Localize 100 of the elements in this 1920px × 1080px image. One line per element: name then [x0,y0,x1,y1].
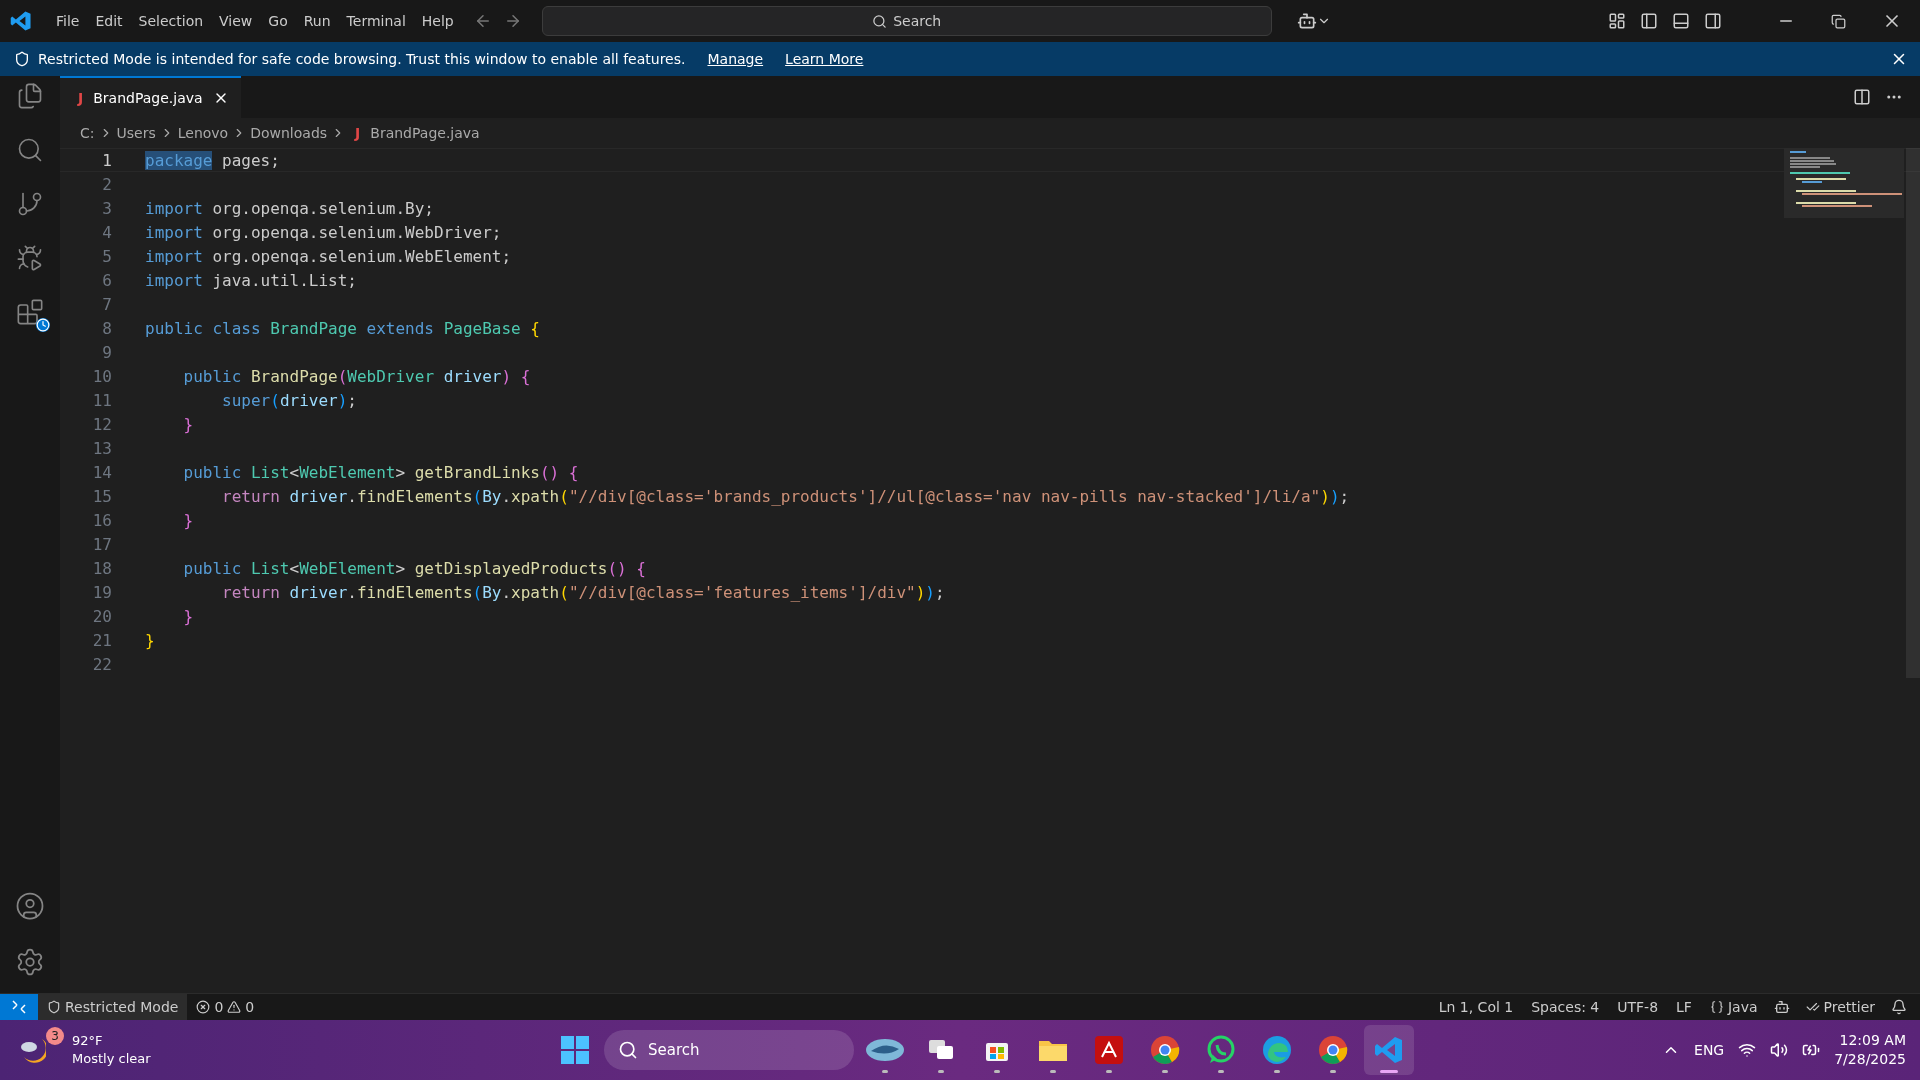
notifications-bell-icon[interactable] [1891,999,1907,1015]
menu-item[interactable]: Help [413,9,462,33]
line-number: 22 [91,654,113,674]
line-number: 20 [91,606,113,626]
weather-alert-badge: 3 [46,1027,64,1045]
toggle-secondary-sidebar-icon[interactable] [1704,12,1722,30]
menu-item[interactable]: Go [260,9,296,33]
double-check-icon [1805,1000,1820,1014]
menu-item[interactable]: Edit [87,9,131,33]
line-number: 9 [101,342,113,362]
line-number: 1 [101,150,113,170]
edge-browser-icon[interactable] [1262,1035,1292,1065]
status-item[interactable]: UTF-8 [1608,994,1668,1020]
language-indicator[interactable]: ENG [1694,1042,1725,1058]
line-number: 21 [91,630,113,650]
pdf-app-icon[interactable] [1095,1036,1123,1064]
code-editor-logo-icon [10,10,32,32]
breadcrumb-item[interactable]: Downloads [250,125,328,141]
formatter-status[interactable]: Prettier [1796,994,1884,1020]
restricted-mode-message: Restricted Mode is intended for safe code browsing. Trust this window to enable all features. [38,51,686,67]
code-line: return driver.findElements(By.xpath("//div[@class='features_items']/div")); [221,582,945,602]
warning-icon [227,1000,242,1014]
chat-app-icon[interactable] [1206,1035,1236,1065]
taskbar-clock[interactable]: 12:09 AM 7/28/2025 [1834,1031,1906,1069]
menu-item[interactable]: Terminal [338,9,414,33]
search-icon [618,1040,638,1060]
settings-icon[interactable] [15,947,45,977]
restore-icon[interactable] [1831,13,1846,29]
volume-icon[interactable] [1770,1041,1789,1059]
copilot-icon[interactable] [1773,999,1790,1015]
code-line: import org.openqa.selenium.By; [145,198,434,218]
line-number: 17 [91,534,113,554]
line-number: 16 [91,510,113,530]
layout-icon[interactable] [1608,12,1626,30]
line-number: 19 [91,582,113,602]
code-editor-icon[interactable] [1374,1035,1404,1065]
code-line: public List<WebElement> getDisplayedProducts() { [182,558,646,578]
menu-item[interactable]: Selection [130,9,212,33]
menu-item[interactable]: Run [295,9,339,33]
line-number: 10 [91,366,113,386]
toggle-panel-icon[interactable] [1672,12,1690,30]
run-debug-icon[interactable] [16,244,44,272]
command-search-field[interactable]: Search [541,6,1272,36]
code-line: public class BrandPage extends PageBase { [145,318,540,338]
scrollbar-thumb[interactable] [1906,148,1920,678]
clock-icon [36,318,50,332]
menu-item[interactable]: View [211,9,261,33]
error-icon [196,1000,211,1014]
code-line: } [145,630,155,650]
code-line: } [182,510,194,530]
code-line: } [182,606,194,626]
toggle-sidebar-icon[interactable] [1640,12,1658,30]
menu-item[interactable]: File [48,9,88,33]
status-item[interactable]: Spaces: 4 [1522,994,1609,1020]
taskbar-search-field[interactable]: Search [604,1030,854,1070]
temperature-text: 92°F [72,1032,104,1050]
code-line: import org.openqa.selenium.WebElement; [145,246,512,266]
search-icon[interactable] [16,136,44,164]
start-button-icon[interactable] [560,1035,590,1065]
code-line: return driver.findElements(By.xpath("//div[@class='brands_products']//ul[@class='nav nav-pills nav-stacked']/li/a")); [221,486,1350,506]
account-icon[interactable] [15,891,45,921]
line-number: 12 [91,414,113,434]
problems-status[interactable]: 0 0 [187,994,264,1020]
language-mode-status[interactable]: Java [1700,994,1767,1020]
explorer-icon[interactable] [16,82,44,110]
split-editor-icon[interactable] [1853,88,1871,106]
task-view-icon[interactable] [928,1039,954,1061]
code-line: import org.openqa.selenium.WebDriver; [145,222,502,242]
status-item[interactable]: LF [1667,994,1701,1020]
code-line: } [182,414,194,434]
line-number: 5 [101,246,113,266]
browser-icon[interactable] [1150,1035,1180,1065]
browser-icon[interactable] [1318,1035,1348,1065]
breadcrumb-item[interactable]: BrandPage.java [370,125,480,141]
braces-icon [1709,1000,1724,1014]
wifi-icon[interactable] [1738,1041,1757,1059]
java-file-icon: J [355,125,361,141]
copilot-icon[interactable] [1296,11,1317,31]
folder-icon[interactable] [1038,1038,1068,1062]
breadcrumb-item[interactable]: Lenovo [177,125,229,141]
line-number: 3 [101,198,113,218]
line-number: 4 [101,222,113,242]
banner-link[interactable]: Manage [707,51,764,67]
line-number: 15 [91,486,113,506]
java-file-icon: J [78,90,84,106]
line-number: 18 [91,558,113,578]
editor-tab[interactable]: J BrandPage.java [60,76,241,118]
line-number: 11 [91,390,113,410]
line-number: 14 [91,462,113,482]
line-number: 6 [101,270,113,290]
source-control-icon[interactable] [16,190,44,218]
status-item[interactable]: Ln 1, Col 1 [1429,994,1523,1020]
breadcrumb-item[interactable]: Users [116,125,156,141]
line-number: 7 [101,294,113,314]
banner-link[interactable]: Learn More [785,51,864,67]
extensions-icon[interactable] [16,298,44,326]
code-line: import java.util.List; [145,270,357,290]
breadcrumb-item[interactable]: C: [80,125,95,141]
restricted-mode-status[interactable]: Restricted Mode [38,994,188,1020]
shield-icon [47,1000,61,1014]
